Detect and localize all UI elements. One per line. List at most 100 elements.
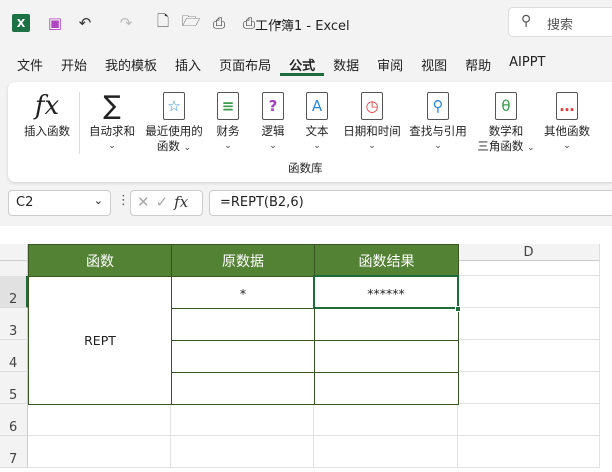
chevron-down-icon: ⌄: [527, 143, 535, 153]
cell-a6[interactable]: [28, 404, 171, 436]
cell-c2-selected[interactable]: ******: [313, 275, 459, 309]
insert-function-button[interactable]: fx 插入函数: [20, 88, 74, 139]
label: 三角函数: [477, 139, 524, 153]
label: 日期和时间: [343, 124, 401, 138]
ellipsis-icon: …: [556, 92, 578, 120]
cell-d6[interactable]: [458, 404, 600, 436]
search-placeholder: 搜索: [547, 18, 574, 33]
row-header-2[interactable]: 2: [0, 276, 28, 308]
label: 查找与引用: [409, 124, 467, 138]
cell-c7[interactable]: [314, 436, 458, 468]
cell-d7[interactable]: [458, 436, 600, 468]
text-button[interactable]: A 文本 ⌄: [300, 88, 334, 154]
cell-d5[interactable]: [458, 372, 600, 404]
label: 自动求和: [89, 124, 135, 138]
cell-a7[interactable]: [28, 436, 171, 468]
tab-help[interactable]: 帮助: [456, 52, 500, 76]
tab-file[interactable]: 文件: [8, 52, 52, 76]
fill-handle[interactable]: [455, 306, 461, 312]
cell-b7[interactable]: [171, 436, 314, 468]
cell-b3[interactable]: [171, 308, 315, 341]
question-icon: ?: [262, 92, 284, 120]
more-functions-button[interactable]: … 其他函数 ⌄: [540, 88, 594, 154]
row-header-6[interactable]: 6: [0, 404, 28, 436]
label: 其他函数: [544, 124, 590, 138]
cell-b5[interactable]: [171, 372, 315, 405]
undo-icon[interactable]: ↶: [74, 12, 96, 34]
cell-c6[interactable]: [314, 404, 458, 436]
cell-text: REPT: [84, 333, 116, 348]
cell-d2[interactable]: [458, 276, 600, 308]
search-icon: ⚲: [521, 13, 532, 29]
letter-a-icon: A: [306, 92, 328, 120]
cell-c3[interactable]: [314, 308, 459, 341]
sigma-icon: ∑: [103, 90, 121, 121]
cell-b4[interactable]: [171, 340, 315, 373]
cell-d1[interactable]: [458, 261, 600, 276]
confirm-icon[interactable]: ✓: [156, 193, 175, 211]
divider: [79, 92, 80, 154]
name-box-value: C2: [16, 195, 34, 210]
save-icon[interactable]: ▣: [44, 12, 66, 34]
more-options-icon[interactable]: ⋮: [117, 193, 130, 208]
redo-icon[interactable]: ↷: [115, 12, 137, 34]
search-box[interactable]: ⚲ 搜索: [508, 7, 612, 37]
print-preview-icon[interactable]: ⎙: [208, 12, 230, 34]
logical-button[interactable]: ? 逻辑 ⌄: [256, 88, 290, 154]
label: 逻辑: [261, 124, 285, 138]
window-title: 工作簿1 - Excel: [255, 19, 350, 34]
theta-icon: θ: [495, 92, 517, 120]
fx-icon: fx: [34, 90, 60, 121]
date-time-button[interactable]: ◷ 日期和时间 ⌄: [340, 88, 404, 154]
label: 数学和: [488, 124, 524, 138]
tab-insert[interactable]: 插入: [166, 52, 210, 76]
row-header-3[interactable]: 3: [0, 308, 28, 340]
cell-b1[interactable]: 原数据: [171, 244, 315, 277]
tab-review[interactable]: 审阅: [368, 52, 412, 76]
cell-c1[interactable]: 函数结果: [314, 244, 459, 277]
lookup-reference-button[interactable]: ⚲ 查找与引用 ⌄: [406, 88, 470, 154]
chevron-down-icon: ⌄: [434, 141, 442, 151]
group-label: 函数库: [288, 161, 323, 175]
row-header-5[interactable]: 5: [0, 372, 28, 404]
column-header-d[interactable]: D: [458, 244, 600, 261]
tab-formulas[interactable]: 公式: [280, 52, 325, 76]
cancel-icon[interactable]: ✕: [137, 193, 156, 211]
header-text: 原数据: [222, 253, 264, 270]
cell-b6[interactable]: [171, 404, 314, 436]
magnifier-icon: ⚲: [427, 92, 449, 120]
row-header-7[interactable]: 7: [0, 436, 28, 468]
tab-page-layout[interactable]: 页面布局: [210, 52, 280, 76]
tab-data[interactable]: 数据: [324, 52, 368, 76]
label: 文本: [305, 124, 329, 138]
cell-a1[interactable]: 函数: [28, 244, 172, 277]
chevron-down-icon: ⌄: [224, 141, 232, 151]
name-box[interactable]: C2 ⌄: [8, 190, 111, 216]
fx-icon[interactable]: fx: [174, 193, 188, 211]
new-file-icon[interactable]: 🗋: [152, 12, 174, 34]
chevron-down-icon[interactable]: ⌄: [94, 194, 103, 207]
cell-d4[interactable]: [458, 340, 600, 372]
tab-home[interactable]: 开始: [52, 52, 96, 76]
formula-input[interactable]: =REPT(B2,6): [209, 190, 612, 216]
cell-b2[interactable]: *: [171, 276, 315, 309]
open-folder-icon[interactable]: 🗁: [180, 12, 202, 34]
select-all-button[interactable]: [0, 244, 28, 261]
cell-d3[interactable]: [458, 308, 600, 340]
cell-a2-merged[interactable]: REPT: [28, 276, 172, 405]
tab-templates[interactable]: 我的模板: [96, 52, 166, 76]
header-text: 函数结果: [358, 253, 415, 270]
math-trig-button[interactable]: θ 数学和 三角函数 ⌄: [474, 88, 538, 156]
autosum-button[interactable]: ∑ 自动求和 ⌄: [86, 88, 138, 154]
financial-button[interactable]: ≡ 财务 ⌄: [211, 88, 245, 154]
tab-aippt[interactable]: AIPPT: [500, 52, 554, 76]
chevron-down-icon: ⌄: [269, 141, 277, 151]
chevron-down-icon: ⌄: [368, 141, 376, 151]
recent-functions-button[interactable]: ☆ 最近使用的 函数 ⌄: [141, 88, 207, 156]
cell-c4[interactable]: [314, 340, 459, 373]
header-text: 函数: [86, 253, 114, 270]
cell-c5[interactable]: [314, 372, 459, 405]
row-header-4[interactable]: 4: [0, 340, 28, 372]
star-icon: ☆: [163, 92, 185, 120]
tab-view[interactable]: 视图: [412, 52, 456, 76]
